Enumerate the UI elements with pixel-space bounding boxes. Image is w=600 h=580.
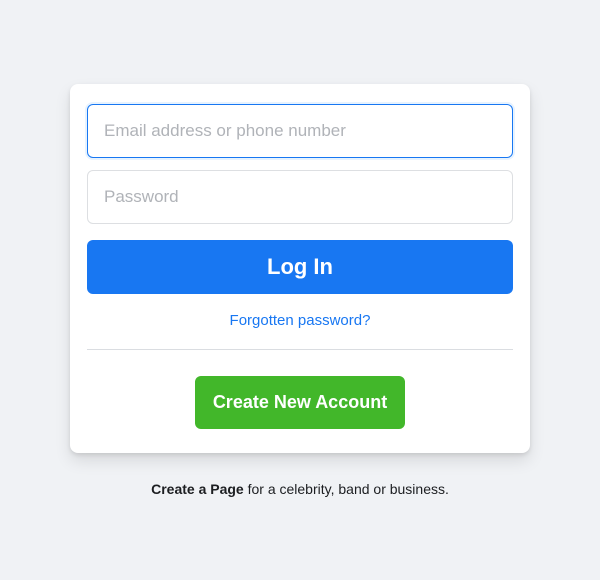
create-page-text: for a celebrity, band or business.: [244, 481, 449, 497]
forgot-password-link[interactable]: Forgotten password?: [230, 312, 371, 329]
footer-text: Create a Page for a celebrity, band or b…: [151, 481, 449, 497]
email-input[interactable]: [87, 104, 513, 158]
password-input[interactable]: [87, 170, 513, 224]
divider: [87, 349, 513, 350]
login-button[interactable]: Log In: [87, 240, 513, 294]
login-card: Log In Forgotten password? Create New Ac…: [70, 84, 530, 453]
create-page-link[interactable]: Create a Page: [151, 481, 244, 497]
create-account-button[interactable]: Create New Account: [195, 376, 405, 429]
